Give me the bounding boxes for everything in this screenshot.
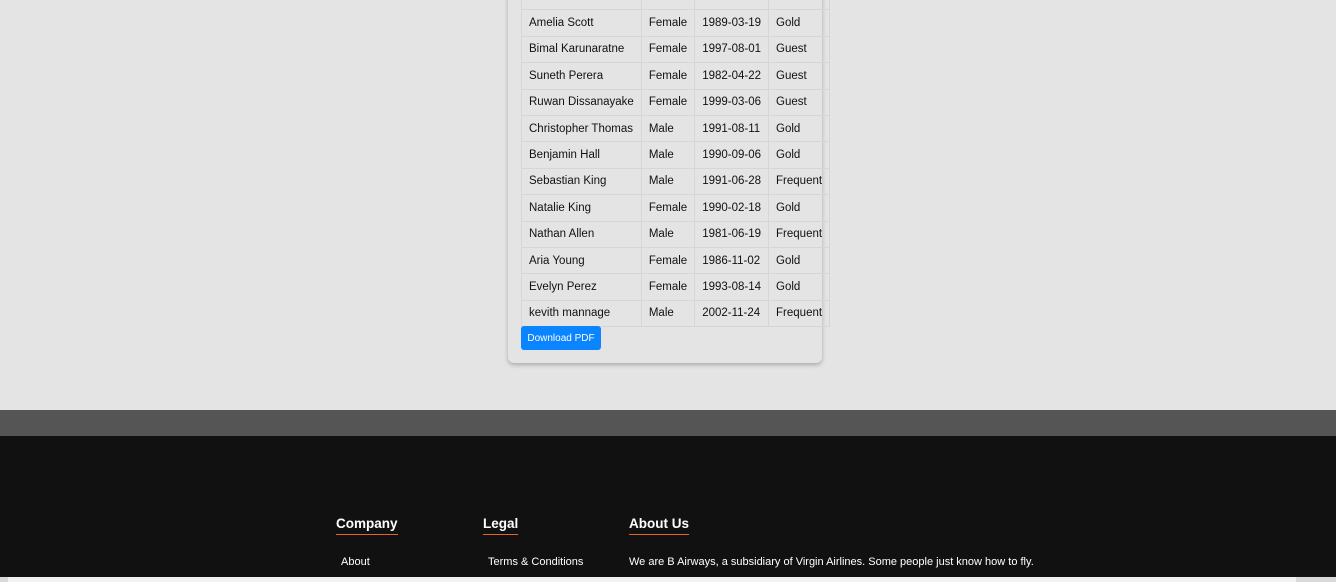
footer-heading-company: Company	[336, 516, 398, 535]
footer-link-about[interactable]: About	[341, 556, 370, 568]
member-tier-cell: Guest	[768, 35, 831, 64]
member-tier-cell: Gold	[768, 246, 831, 275]
member-dob-cell: 2002-11-24	[694, 299, 770, 328]
member-tier-cell: Guest	[768, 62, 831, 90]
member-gender-cell: Male	[640, 167, 696, 196]
member-gender-cell: Male	[640, 0, 696, 11]
member-tier-cell: Gold	[768, 141, 831, 169]
member-tier-cell: Frequent	[768, 299, 831, 328]
table-row: Christopher Thomas Male 1991-08-11 Gold	[521, 114, 831, 143]
member-gender-cell: Female	[640, 35, 696, 64]
member-tier-cell: Gold	[768, 9, 831, 37]
member-dob-cell: 1982-04-22	[694, 62, 770, 90]
member-dob-cell: 1990-02-18	[694, 194, 770, 222]
member-gender-cell: Male	[640, 220, 696, 248]
member-dob-cell: 1989-03-19	[694, 9, 770, 37]
member-tier-cell: Frequent	[768, 220, 831, 248]
member-dob-cell: 1991-06-28	[694, 167, 770, 196]
member-name-cell: Benjamin Hall	[521, 141, 642, 169]
table-row: Sebastian King Male 1991-06-28 Frequent	[521, 167, 831, 196]
table-row: kevith mannage Male 2002-11-24 Frequent	[521, 299, 831, 328]
member-gender-cell: Female	[640, 88, 696, 116]
download-pdf-button[interactable]: Download PDF	[521, 326, 601, 350]
member-dob-cell: 1995-06-22	[694, 0, 770, 11]
footer-column-about-us: About Us We are B Airways, a subsidiary …	[629, 515, 1034, 568]
table-row: Evelyn Perez Female 1993-08-14 Gold	[521, 273, 831, 301]
member-gender-cell: Male	[640, 114, 696, 143]
member-name-cell: kevith mannage	[521, 299, 642, 328]
member-tier-cell: Gold	[768, 273, 831, 301]
footer-divider-band	[0, 410, 1336, 436]
footer-column-company: Company About	[336, 515, 398, 568]
member-gender-cell: Female	[640, 273, 696, 301]
member-name-cell: Sebastian King	[521, 167, 642, 196]
table-row: Nathan Allen Male 1981-06-19 Frequent	[521, 220, 831, 248]
member-dob-cell: 1981-06-19	[694, 220, 770, 248]
table-row: Natalie King Female 1990-02-18 Gold	[521, 194, 831, 222]
member-gender-cell: Female	[640, 9, 696, 37]
table-row: Ruwan Dissanayake Female 1999-03-06 Guest	[521, 88, 831, 116]
member-dob-cell: 1993-08-14	[694, 273, 770, 301]
member-dob-cell: 1986-11-02	[694, 246, 770, 275]
members-card: Luke WalkerMale1995-06-22GoldAmelia Scot…	[508, 0, 831, 363]
member-name-cell: Bimal Karunaratne	[521, 35, 642, 64]
scrollbar-thumb[interactable]	[8, 577, 1296, 582]
member-name-cell: Luke Walker	[521, 0, 642, 11]
member-name-cell: Aria Young	[521, 246, 642, 275]
member-name-cell: Amelia Scott	[521, 9, 642, 37]
member-name-cell: Nathan Allen	[521, 220, 642, 248]
table-row: Bimal Karunaratne Female 1997-08-01 Guest	[521, 35, 831, 64]
member-gender-cell: Female	[640, 246, 696, 275]
member-dob-cell: 1997-08-01	[694, 35, 770, 64]
member-tier-cell: Frequent	[768, 167, 831, 196]
member-tier-cell: Guest	[768, 88, 831, 116]
member-name-cell: Suneth Perera	[521, 62, 642, 90]
member-name-cell: Evelyn Perez	[521, 273, 642, 301]
member-gender-cell: Female	[640, 194, 696, 222]
member-gender-cell: Male	[640, 299, 696, 328]
footer-column-legal: Legal Terms & Conditions	[483, 515, 583, 568]
member-name-cell: Christopher Thomas	[521, 114, 642, 143]
member-gender-cell: Female	[640, 62, 696, 90]
table-row: Aria Young Female 1986-11-02 Gold	[521, 246, 831, 275]
members-table: Luke WalkerMale1995-06-22GoldAmelia Scot…	[521, 0, 831, 328]
table-row: Amelia Scott Female 1989-03-19 Gold	[521, 9, 831, 37]
table-row: Luke WalkerMale1995-06-22Gold	[521, 0, 831, 11]
member-dob-cell: 1999-03-06	[694, 88, 770, 116]
site-footer: Company About Legal Terms & Conditions A…	[0, 436, 1336, 582]
member-gender-cell: Male	[640, 141, 696, 169]
footer-heading-legal: Legal	[483, 516, 519, 535]
footer-heading-about-us: About Us	[629, 516, 689, 535]
footer-about-text: We are B Airways, a subsidiary of Virgin…	[629, 556, 1034, 568]
table-row: Benjamin Hall Male 1990-09-06 Gold	[521, 141, 831, 169]
horizontal-scrollbar[interactable]	[0, 577, 1336, 582]
member-name-cell: Natalie King	[521, 194, 642, 222]
member-tier-cell: Gold	[768, 0, 831, 11]
member-dob-cell: 1991-08-11	[694, 114, 770, 143]
member-name-cell: Ruwan Dissanayake	[521, 88, 642, 116]
member-tier-cell: Gold	[768, 194, 831, 222]
member-dob-cell: 1990-09-06	[694, 141, 770, 169]
member-tier-cell: Gold	[768, 114, 831, 143]
footer-link-terms[interactable]: Terms & Conditions	[488, 556, 583, 568]
table-row: Suneth Perera Female 1982-04-22 Guest	[521, 62, 831, 90]
